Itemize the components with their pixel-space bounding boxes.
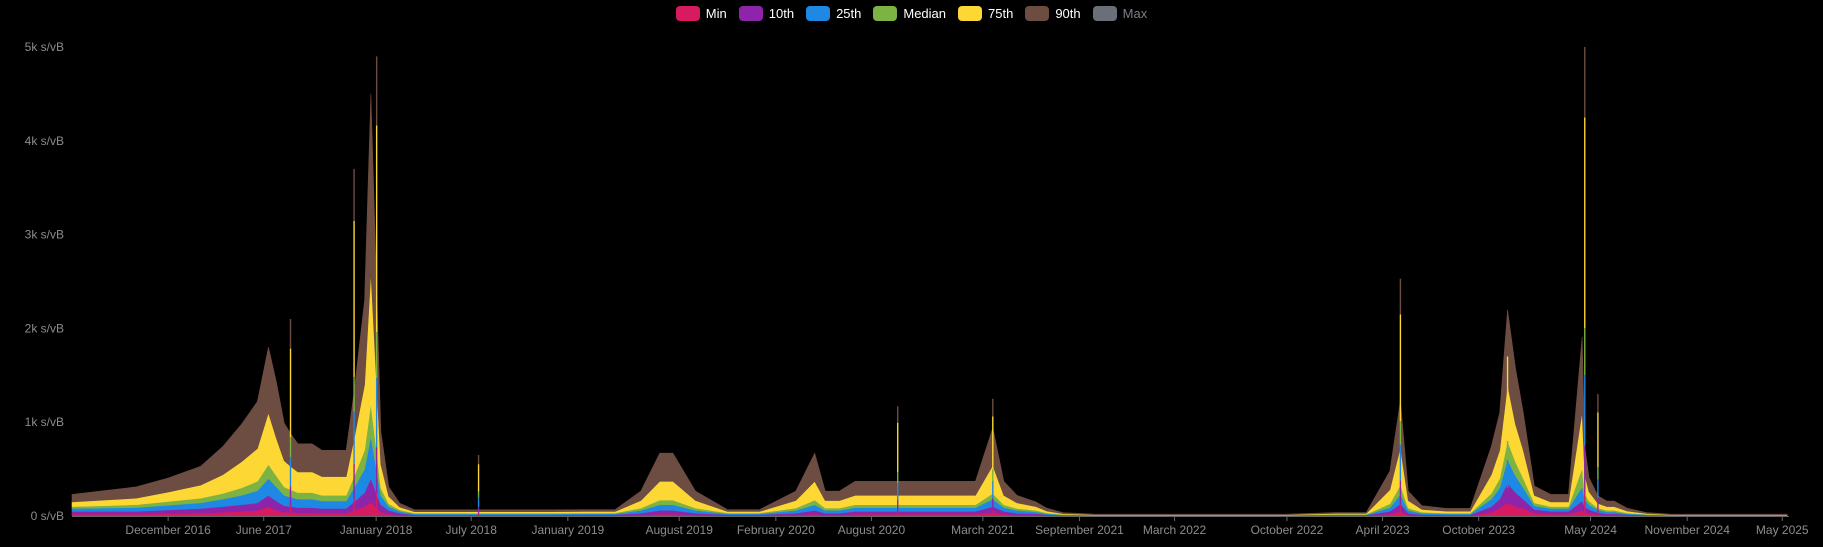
x-axis: December 2016 June 2017 January 2018 July 2… — [125, 516, 1809, 537]
stacked-area-plot — [71, 93, 1788, 517]
x-tick-label: September 2021 — [1035, 523, 1124, 537]
y-tick-label: 0 s/vB — [31, 509, 64, 523]
x-tick-label: August 2019 — [646, 523, 714, 537]
y-tick-label: 2k s/vB — [25, 321, 64, 335]
x-tick-label: December 2016 — [125, 523, 211, 537]
y-tick-label: 5k s/vB — [25, 40, 64, 54]
x-tick-label: November 2024 — [1645, 523, 1731, 537]
y-tick-label: 3k s/vB — [25, 228, 64, 242]
x-tick-label: January 2019 — [531, 523, 604, 537]
x-tick-label: October 2022 — [1251, 523, 1324, 537]
x-tick-label: May 2025 — [1756, 523, 1809, 537]
x-tick-label: May 2024 — [1564, 523, 1617, 537]
x-tick-label: January 2018 — [340, 523, 413, 537]
x-tick-label: March 2021 — [951, 523, 1015, 537]
fee-distribution-chart: 0 s/vB 1k s/vB 2k s/vB 3k s/vB 4k s/vB 5k s/v… — [25, 40, 1809, 537]
x-tick-label: April 2023 — [1356, 523, 1410, 537]
y-tick-label: 4k s/vB — [25, 134, 64, 148]
area-series-p90 — [71, 93, 1788, 515]
x-tick-label: July 2018 — [446, 523, 498, 537]
chart-container: Min 10th 25th Median 75th 90th Max 0 s/v… — [0, 0, 1823, 547]
x-tick-label: August 2020 — [838, 523, 906, 537]
x-tick-label: March 2022 — [1143, 523, 1207, 537]
area-series-p75 — [71, 272, 1788, 516]
x-tick-label: June 2017 — [236, 523, 292, 537]
y-axis: 0 s/vB 1k s/vB 2k s/vB 3k s/vB 4k s/vB 5k s/v… — [25, 40, 64, 523]
x-tick-label: February 2020 — [737, 523, 815, 537]
x-tick-label: October 2023 — [1442, 523, 1515, 537]
y-tick-label: 1k s/vB — [25, 415, 64, 429]
